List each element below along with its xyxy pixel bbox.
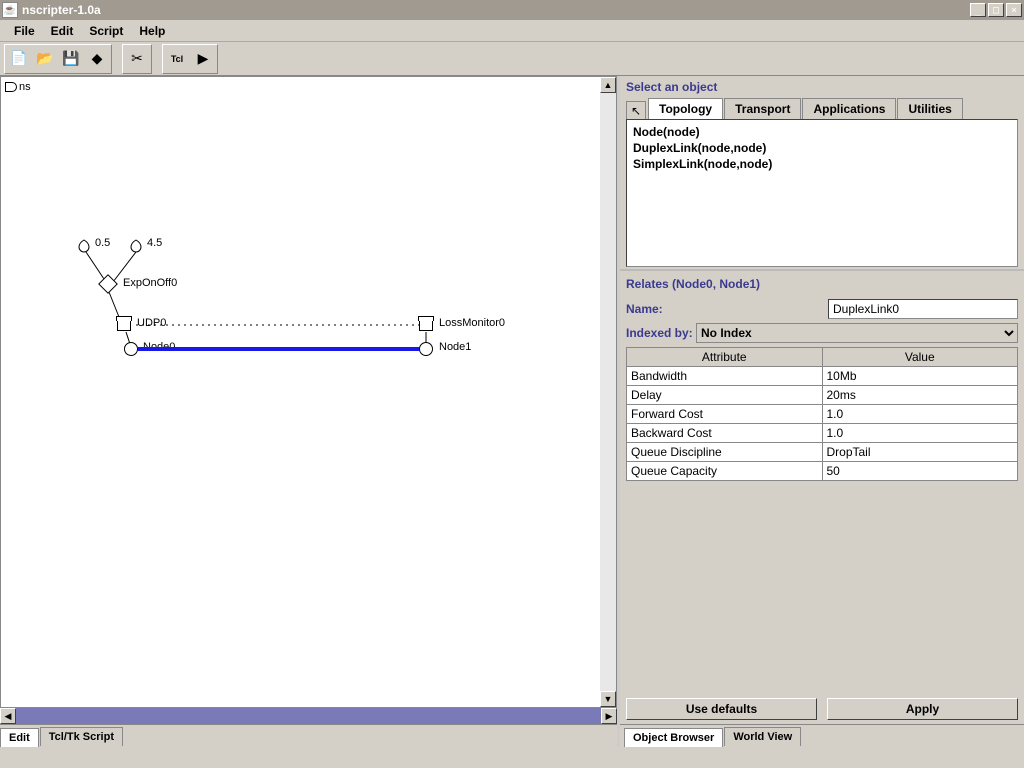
toolbar: 📄 📂 💾 ◆ ✂ Tcl ▶ xyxy=(0,42,1024,76)
name-field[interactable] xyxy=(828,299,1018,319)
right-bottom-tabs: Object Browser World View xyxy=(620,724,1024,746)
scroll-down-icon[interactable]: ▼ xyxy=(600,691,616,707)
maximize-button[interactable]: □ xyxy=(988,3,1004,17)
minimize-button[interactable]: _ xyxy=(970,3,986,17)
scroll-left-icon[interactable]: ◀ xyxy=(0,708,16,724)
tb-new-icon[interactable]: 📄 xyxy=(6,46,32,72)
lossmonitor-node[interactable] xyxy=(419,319,433,331)
table-row: Bandwidth10Mb xyxy=(627,367,1018,386)
list-item-simplexlink[interactable]: SimplexLink(node,node) xyxy=(633,156,1011,172)
agent-icon-b[interactable] xyxy=(129,239,143,253)
scroll-up-icon[interactable]: ▲ xyxy=(600,77,616,93)
table-row: Backward Cost1.0 xyxy=(627,424,1018,443)
name-label: Name: xyxy=(626,302,696,316)
close-button[interactable]: × xyxy=(1006,3,1022,17)
table-row: Delay20ms xyxy=(627,386,1018,405)
diagram-lines xyxy=(1,77,616,707)
tab-transport[interactable]: Transport xyxy=(724,98,801,119)
menu-file[interactable]: File xyxy=(6,22,43,40)
tab-edit[interactable]: Edit xyxy=(0,728,39,747)
indexed-label: Indexed by: xyxy=(626,326,696,340)
exponoff-label: ExpOnOff0 xyxy=(123,277,177,289)
menu-edit[interactable]: Edit xyxy=(43,22,82,40)
col-value: Value xyxy=(822,348,1018,367)
right-pane: Select an object ↖ Topology Transport Ap… xyxy=(620,76,1024,746)
tb-cut-icon[interactable]: ✂ xyxy=(124,46,150,72)
col-attribute: Attribute xyxy=(627,348,823,367)
anno-05: 0.5 xyxy=(95,237,110,249)
tab-topology[interactable]: Topology xyxy=(648,98,723,119)
tab-tcltk[interactable]: Tcl/Tk Script xyxy=(40,727,123,746)
tb-open-icon[interactable]: 📂 xyxy=(32,46,58,72)
list-item-duplexlink[interactable]: DuplexLink(node,node) xyxy=(633,140,1011,156)
menu-script[interactable]: Script xyxy=(81,22,131,40)
indexed-select[interactable]: No Index xyxy=(696,323,1018,343)
scroll-right-icon[interactable]: ▶ xyxy=(601,708,617,724)
horizontal-scrollbar[interactable]: ◀ ▶ xyxy=(0,708,617,724)
agent-icon-a[interactable] xyxy=(77,239,91,253)
lossmonitor-label: LossMonitor0 xyxy=(439,317,505,329)
exponoff-node[interactable] xyxy=(98,274,118,294)
vertical-scrollbar[interactable]: ▲ ▼ xyxy=(600,77,616,707)
udp-node[interactable] xyxy=(117,319,131,331)
tab-utilities[interactable]: Utilities xyxy=(897,98,962,119)
tb-export-icon[interactable]: ◆ xyxy=(84,46,110,72)
table-row: Queue Capacity50 xyxy=(627,462,1018,481)
tab-applications[interactable]: Applications xyxy=(802,98,896,119)
tab-world-view[interactable]: World View xyxy=(724,727,801,746)
tb-tcl-icon[interactable]: Tcl xyxy=(164,46,190,72)
list-item-node[interactable]: Node(node) xyxy=(633,124,1011,140)
window-title: nscripter-1.0a xyxy=(22,3,970,17)
tb-save-icon[interactable]: 💾 xyxy=(58,46,84,72)
anno-45: 4.5 xyxy=(147,237,162,249)
duplex-link[interactable] xyxy=(138,347,419,351)
node0[interactable] xyxy=(124,342,138,356)
node1-label: Node1 xyxy=(439,341,471,353)
menu-help[interactable]: Help xyxy=(131,22,173,40)
title-bar: ☕ nscripter-1.0a _ □ × xyxy=(0,0,1024,20)
tb-run-icon[interactable]: ▶ xyxy=(190,46,216,72)
udp-label: UDP0 xyxy=(137,317,166,329)
table-row: Forward Cost1.0 xyxy=(627,405,1018,424)
node1[interactable] xyxy=(419,342,433,356)
apply-button[interactable]: Apply xyxy=(827,698,1018,720)
select-object-title: Select an object xyxy=(626,80,1018,94)
tab-object-browser[interactable]: Object Browser xyxy=(624,728,723,747)
attribute-table: Attribute Value Bandwidth10Mb Delay20ms … xyxy=(626,347,1018,481)
relates-title: Relates (Node0, Node1) xyxy=(626,277,1018,291)
left-bottom-tabs: Edit Tcl/Tk Script xyxy=(0,724,617,746)
left-pane: ns xyxy=(0,76,620,746)
menu-bar: File Edit Script Help xyxy=(0,20,1024,42)
use-defaults-button[interactable]: Use defaults xyxy=(626,698,817,720)
java-icon: ☕ xyxy=(2,2,18,18)
cursor-icon[interactable]: ↖ xyxy=(626,101,646,119)
table-row: Queue DisciplineDropTail xyxy=(627,443,1018,462)
object-list: Node(node) DuplexLink(node,node) Simplex… xyxy=(626,119,1018,267)
canvas[interactable]: ns xyxy=(0,76,617,708)
